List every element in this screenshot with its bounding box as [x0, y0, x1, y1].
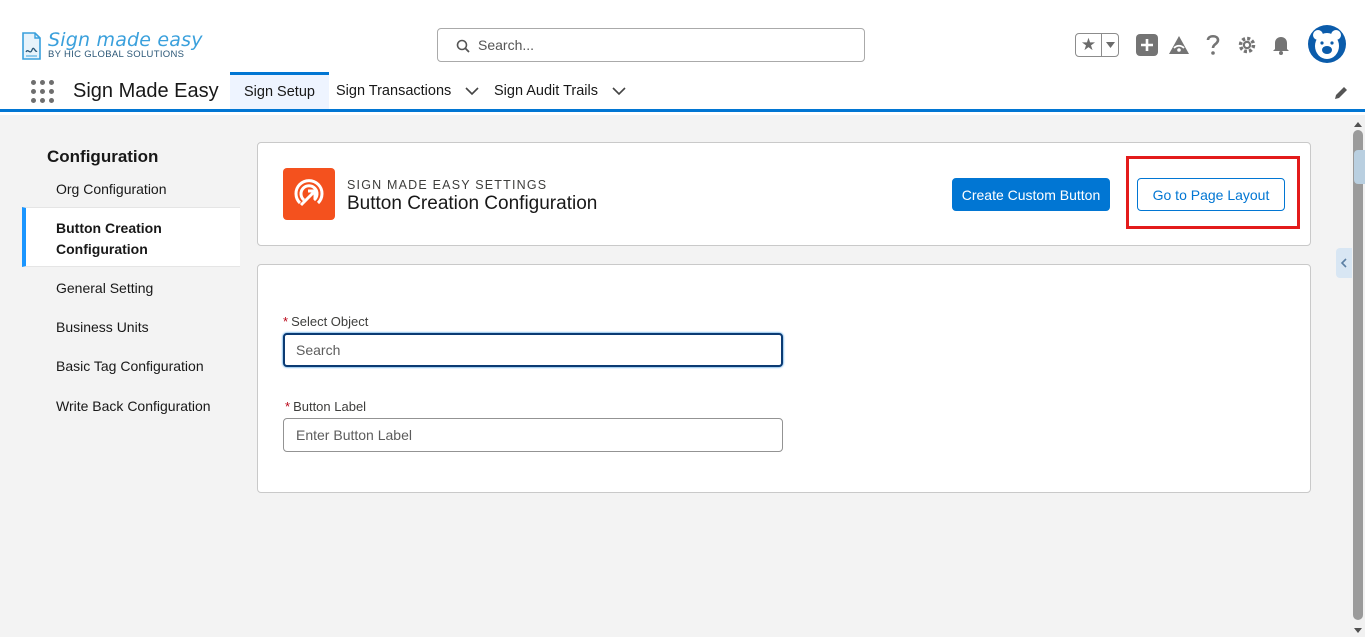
- sidebar-item-label: General Setting: [56, 280, 154, 296]
- page-title: Button Creation Configuration: [347, 193, 598, 214]
- tab-sign-transactions[interactable]: Sign Transactions: [336, 72, 479, 109]
- sidebar-title: Configuration: [47, 147, 159, 166]
- sidebar-item-button-creation-configuration[interactable]: Button Creation Configuration: [22, 207, 240, 267]
- chevron-down-icon[interactable]: [612, 84, 626, 98]
- select-object-label: * Select Object: [283, 314, 368, 329]
- select-object-label-text: Select Object: [291, 314, 369, 329]
- collapse-panel-tab[interactable]: [1336, 248, 1352, 278]
- main-content-area: Configuration Org Configuration Button C…: [0, 115, 1365, 637]
- chevron-left-icon: [1340, 258, 1347, 268]
- sidebar-item-business-units[interactable]: Business Units: [22, 319, 240, 335]
- sidebar-item-label: Button Creation Configuration: [56, 220, 162, 257]
- page-eyebrow: SIGN MADE EASY SETTINGS: [347, 178, 548, 192]
- sidebar-item-write-back-configuration[interactable]: Write Back Configuration: [22, 398, 240, 414]
- sidebar-item-label: Basic Tag Configuration: [56, 358, 204, 374]
- highlight-annotation-box: [1126, 156, 1300, 229]
- app-navigation-bar: Sign Made Easy Sign Setup Sign Transacti…: [0, 72, 1365, 112]
- logo-brand-text: Sign made easy: [48, 29, 203, 51]
- required-asterisk: *: [285, 399, 291, 414]
- app-name: Sign Made Easy: [73, 80, 219, 102]
- notifications-bell-icon[interactable]: [1269, 33, 1293, 57]
- button-label-label: * Button Label: [285, 399, 366, 414]
- required-asterisk: *: [283, 314, 289, 329]
- scroll-down-arrow-icon[interactable]: [1353, 625, 1363, 635]
- tab-sign-setup[interactable]: Sign Setup: [230, 72, 329, 109]
- settings-header-icon: [283, 168, 335, 220]
- scroll-up-arrow-icon[interactable]: [1353, 120, 1363, 130]
- scrollbar-thumb[interactable]: [1353, 130, 1363, 620]
- global-header: Sign made easy BY HIC GLOBAL SOLUTIONS ★: [0, 0, 1365, 72]
- user-avatar[interactable]: [1308, 25, 1346, 63]
- create-custom-button[interactable]: Create Custom Button: [952, 178, 1110, 211]
- sidebar-item-label: Org Configuration: [56, 181, 167, 197]
- global-search-input[interactable]: [478, 35, 848, 55]
- sidebar-item-label: Business Units: [56, 319, 149, 335]
- page-header-card: SIGN MADE EASY SETTINGS Button Creation …: [257, 142, 1311, 246]
- tab-sign-audit-trails[interactable]: Sign Audit Trails: [494, 72, 626, 109]
- app-logo[interactable]: Sign made easy BY HIC GLOBAL SOLUTIONS: [20, 29, 203, 64]
- favorites-star-icon[interactable]: ★: [1076, 34, 1102, 56]
- chevron-down-icon[interactable]: [465, 84, 479, 98]
- button-label-input[interactable]: [283, 418, 783, 452]
- button-config-form-card: *Select Object *Button Label: [257, 264, 1311, 493]
- sidebar-item-label: Write Back Configuration: [56, 398, 211, 414]
- help-icon[interactable]: [1201, 33, 1225, 57]
- side-panel-tab[interactable]: [1354, 150, 1365, 184]
- sidebar-item-general-setting[interactable]: General Setting: [22, 280, 240, 296]
- search-icon: [456, 39, 470, 53]
- button-label-label-text: Button Label: [293, 399, 367, 414]
- favorites-group: ★: [1075, 33, 1119, 57]
- edit-nav-pencil-icon[interactable]: [1333, 85, 1349, 101]
- favorites-dropdown-icon[interactable]: [1102, 34, 1118, 56]
- trailhead-icon[interactable]: [1167, 33, 1191, 57]
- sidebar-item-org-configuration[interactable]: Org Configuration: [22, 181, 240, 197]
- global-search-box[interactable]: [437, 28, 865, 62]
- app-launcher-icon[interactable]: [31, 80, 55, 104]
- global-actions-plus-icon[interactable]: [1135, 33, 1159, 57]
- logo-byline: BY HIC GLOBAL SOLUTIONS: [48, 49, 185, 60]
- configuration-sidebar: Configuration Org Configuration Button C…: [22, 125, 240, 425]
- select-object-search-input[interactable]: [283, 333, 783, 367]
- setup-gear-icon[interactable]: [1235, 33, 1259, 57]
- tab-label: Sign Transactions: [336, 82, 452, 99]
- sidebar-item-basic-tag-configuration[interactable]: Basic Tag Configuration: [22, 358, 240, 374]
- tab-label: Sign Setup: [244, 84, 315, 100]
- tab-label: Sign Audit Trails: [494, 82, 598, 99]
- document-signature-icon: [22, 32, 41, 60]
